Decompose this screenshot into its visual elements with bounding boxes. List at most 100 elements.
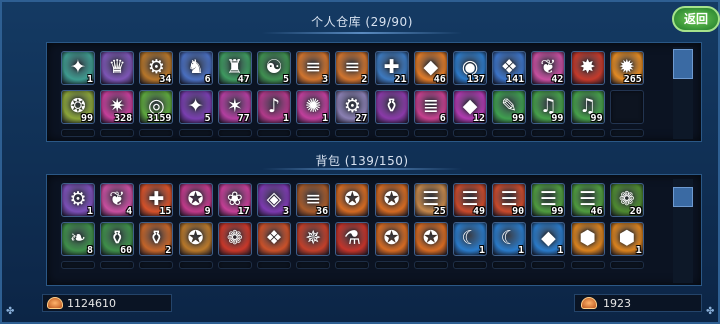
item-slot[interactable]: ◆ 46 <box>413 51 448 85</box>
item-slot[interactable]: ♜ 47 <box>217 51 252 85</box>
item-slot[interactable]: ❦ 4 <box>100 183 135 217</box>
empty-slot[interactable] <box>609 90 644 124</box>
item-slot[interactable]: ✷ 328 <box>100 90 135 124</box>
close-button[interactable]: 返回 <box>672 6 720 32</box>
partial-slot[interactable] <box>531 129 566 137</box>
item-slot[interactable]: ⬢ <box>570 222 605 256</box>
item-slot[interactable]: ❁ 20 <box>609 183 644 217</box>
item-slot[interactable]: ✪ <box>374 183 409 217</box>
item-slot[interactable]: ❦ 42 <box>531 51 566 85</box>
partial-slot[interactable] <box>609 129 644 137</box>
item-slot[interactable]: ⚙ 34 <box>139 51 174 85</box>
partial-slot[interactable] <box>178 129 213 137</box>
item-slot[interactable]: ❧ 8 <box>61 222 95 256</box>
partial-slot[interactable] <box>492 129 527 137</box>
item-slot[interactable]: ❂ 99 <box>61 90 95 124</box>
item-slot[interactable]: ✦ 5 <box>178 90 213 124</box>
partial-slot[interactable] <box>100 261 135 269</box>
partial-slot[interactable] <box>335 261 370 269</box>
item-slot[interactable]: ⚱ 60 <box>100 222 135 256</box>
item-slot[interactable]: ≡ 3 <box>296 51 331 85</box>
item-slot[interactable]: ✪ 9 <box>178 183 213 217</box>
warehouse-title-flourish <box>262 32 462 34</box>
item-slot[interactable]: ⬢ 1 <box>609 222 644 256</box>
item-slot[interactable]: ◉ 137 <box>453 51 487 85</box>
item-count: 77 <box>237 113 250 124</box>
item-slot[interactable]: ⚙ 1 <box>61 183 95 217</box>
item-slot[interactable]: ≡ 36 <box>296 183 331 217</box>
item-slot[interactable]: ◆ 1 <box>531 222 566 256</box>
warehouse-scroll-thumb[interactable] <box>673 49 693 79</box>
partial-slot[interactable] <box>570 261 605 269</box>
item-slot[interactable]: ❁ <box>217 222 252 256</box>
item-slot[interactable]: ✪ <box>374 222 409 256</box>
item-slot[interactable]: ⚗ <box>335 222 370 256</box>
item-slot[interactable]: ✪ <box>413 222 448 256</box>
item-slot[interactable]: ≣ 6 <box>413 90 448 124</box>
item-slot[interactable]: ♫ 99 <box>531 90 566 124</box>
partial-slot[interactable] <box>139 129 174 137</box>
item-slot[interactable]: ◆ 12 <box>453 90 487 124</box>
item-slot[interactable]: ✚ 15 <box>139 183 174 217</box>
partial-slot[interactable] <box>217 129 252 137</box>
partial-slot[interactable] <box>257 129 291 137</box>
partial-slot[interactable] <box>139 261 174 269</box>
partial-slot[interactable] <box>61 129 95 137</box>
partial-slot[interactable] <box>374 261 409 269</box>
item-slot[interactable]: ⚱ <box>374 90 409 124</box>
item-count: 9 <box>204 206 211 217</box>
item-slot[interactable]: ◈ 3 <box>257 183 291 217</box>
item-slot[interactable]: ✶ 77 <box>217 90 252 124</box>
item-slot[interactable]: ♞ 6 <box>178 51 213 85</box>
item-slot[interactable]: ❖ 141 <box>492 51 527 85</box>
item-slot[interactable]: ☯ 5 <box>257 51 291 85</box>
partial-slot[interactable] <box>413 261 448 269</box>
item-slot[interactable]: ✪ <box>335 183 370 217</box>
item-slot[interactable]: ⚱ 2 <box>139 222 174 256</box>
partial-slot[interactable] <box>374 129 409 137</box>
item-slot[interactable]: ⚙ 27 <box>335 90 370 124</box>
partial-slot[interactable] <box>178 261 213 269</box>
item-slot[interactable]: ✸ <box>570 51 605 85</box>
item-slot[interactable]: ❀ 17 <box>217 183 252 217</box>
item-slot[interactable]: ✵ <box>296 222 331 256</box>
item-slot[interactable]: ☰ 46 <box>570 183 605 217</box>
item-slot[interactable]: ♪ 1 <box>257 90 291 124</box>
partial-slot[interactable] <box>296 129 331 137</box>
orange-money-bag-icon: ✪ <box>383 227 400 249</box>
partial-slot[interactable] <box>335 129 370 137</box>
item-slot[interactable]: ✹ 265 <box>609 51 644 85</box>
item-slot[interactable]: ☰ 25 <box>413 183 448 217</box>
item-slot[interactable]: ✎ 99 <box>492 90 527 124</box>
partial-slot[interactable] <box>609 261 644 269</box>
item-slot[interactable]: ≡ 2 <box>335 51 370 85</box>
item-slot[interactable]: ✦ 1 <box>61 51 95 85</box>
item-count: 4 <box>126 206 133 217</box>
partial-slot[interactable] <box>413 129 448 137</box>
item-slot[interactable]: ◎ 3159 <box>139 90 174 124</box>
item-slot[interactable]: ❖ <box>257 222 291 256</box>
warehouse-title: 个人仓库 (29/90) <box>311 15 413 29</box>
item-slot[interactable]: ✺ 1 <box>296 90 331 124</box>
item-slot[interactable]: ✪ <box>178 222 213 256</box>
item-slot[interactable]: ☰ 49 <box>453 183 487 217</box>
partial-slot[interactable] <box>453 261 487 269</box>
item-slot[interactable]: ♫ 99 <box>570 90 605 124</box>
item-slot[interactable]: ☾ 1 <box>453 222 487 256</box>
item-slot[interactable]: ☰ 99 <box>531 183 566 217</box>
item-slot[interactable]: ☾ 1 <box>492 222 527 256</box>
item-slot[interactable]: ✚ 21 <box>374 51 409 85</box>
partial-slot[interactable] <box>217 261 252 269</box>
partial-slot[interactable] <box>453 129 487 137</box>
item-slot[interactable]: ♛ <box>100 51 135 85</box>
partial-slot[interactable] <box>61 261 95 269</box>
partial-slot[interactable] <box>100 129 135 137</box>
partial-slot[interactable] <box>296 261 331 269</box>
red-gold-flag-icon: ✸ <box>579 56 596 78</box>
item-slot[interactable]: ☰ 90 <box>492 183 527 217</box>
partial-slot[interactable] <box>257 261 291 269</box>
partial-slot[interactable] <box>531 261 566 269</box>
partial-slot[interactable] <box>492 261 527 269</box>
backpack-scroll-thumb[interactable] <box>673 187 693 207</box>
partial-slot[interactable] <box>570 129 605 137</box>
